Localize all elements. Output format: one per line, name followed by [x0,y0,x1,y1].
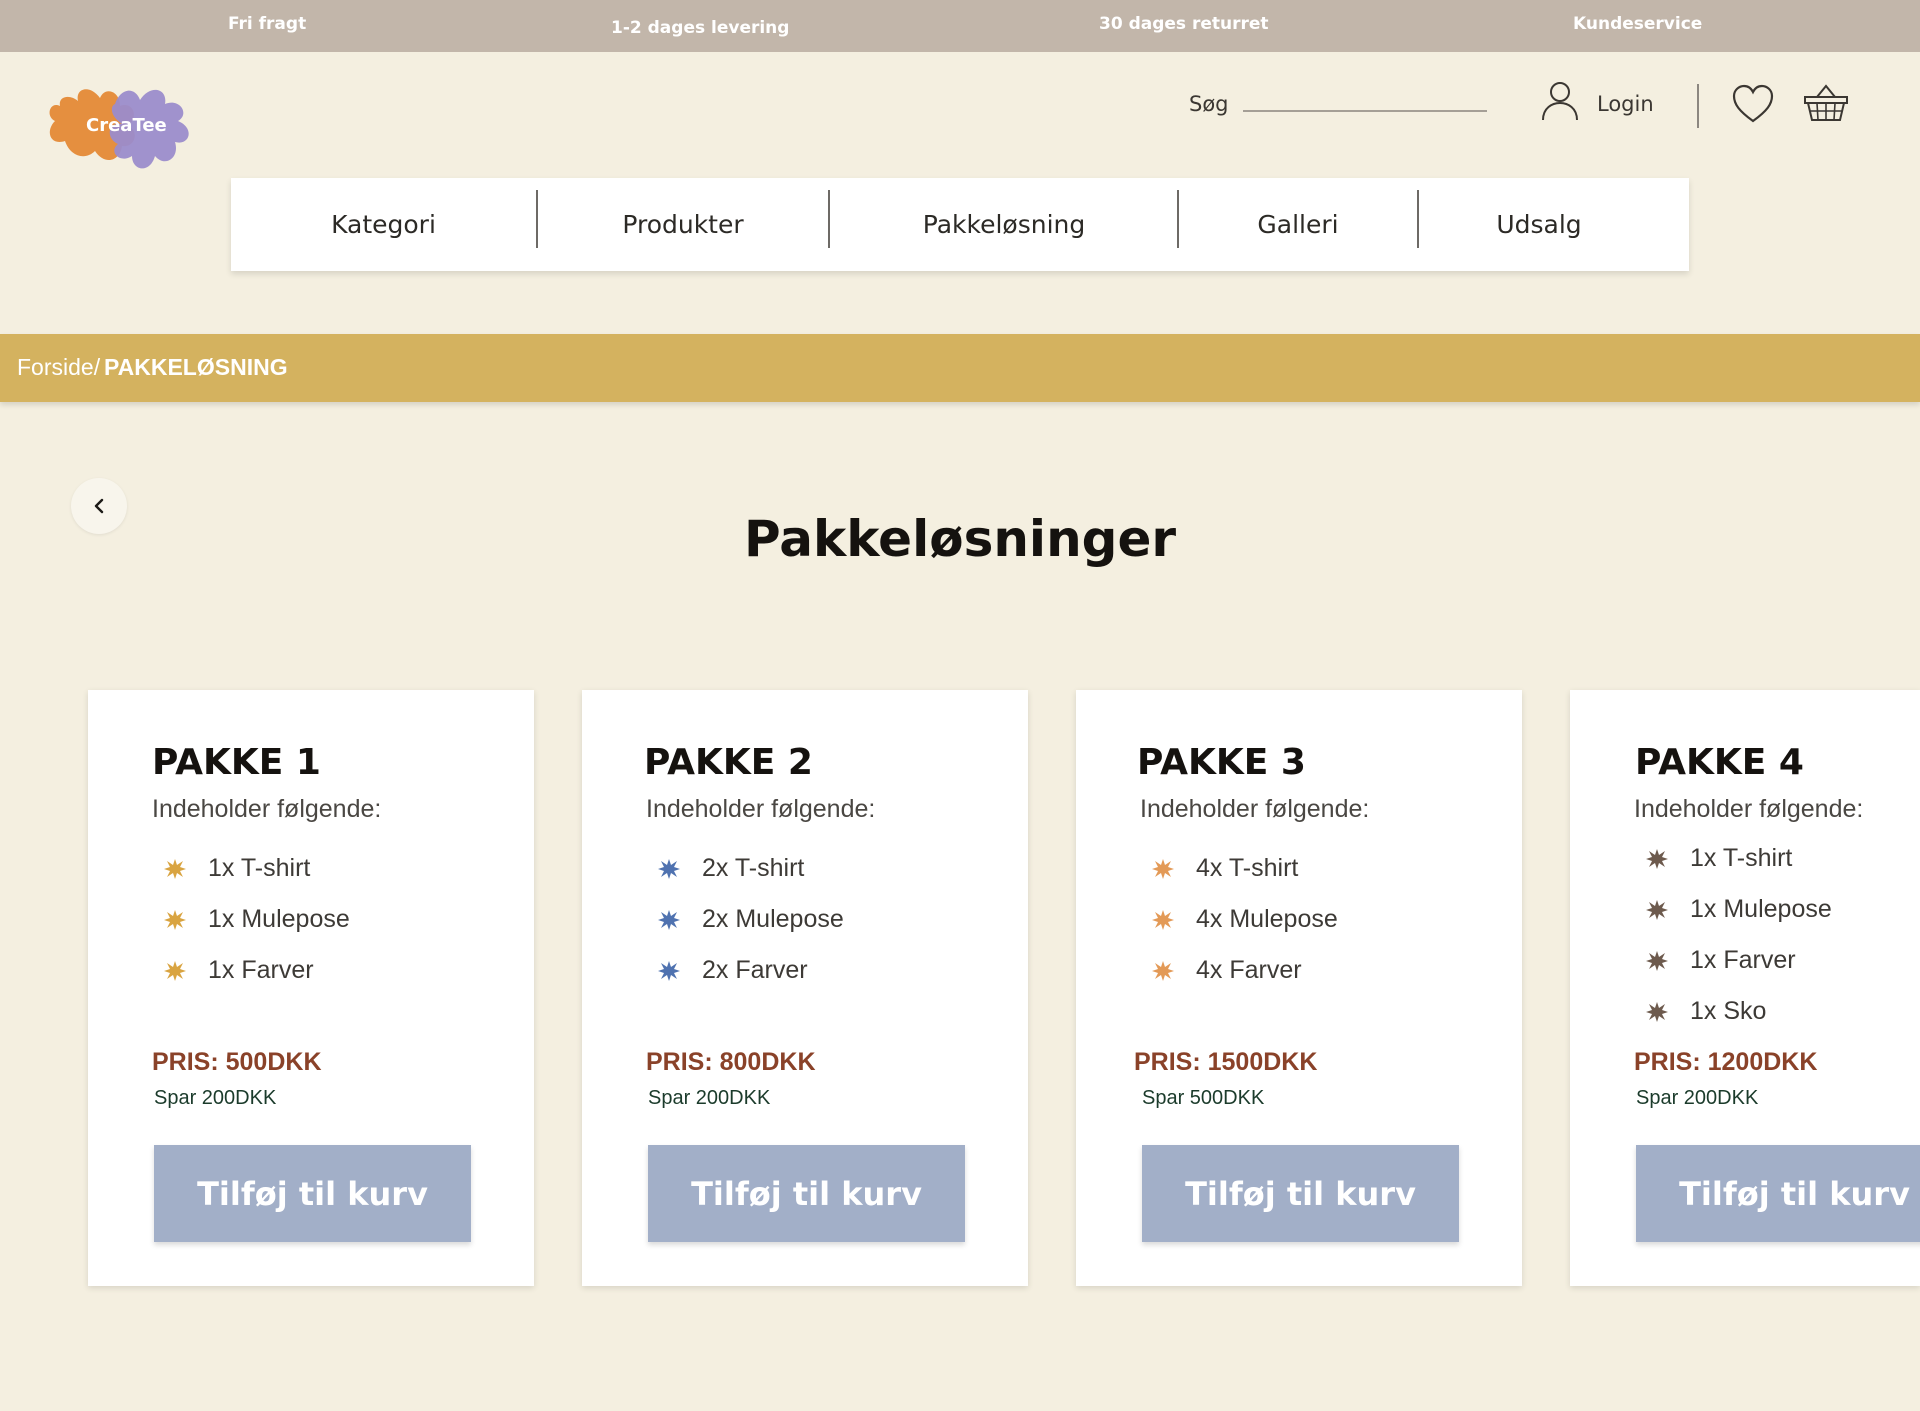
package-card: PAKKE 2 Indeholder følgende: 2x T-shirt … [582,690,1028,1286]
package-price: PRIS: 1500DKK [1134,1048,1318,1076]
splash-bullet-icon [1646,899,1668,920]
package-item-list: 1x T-shirt 1x Mulepose 1x Farver 1x Sko [1644,833,1832,1037]
package-item-list: 1x T-shirt 1x Mulepose 1x Farver [162,843,350,996]
package-subtitle: Indeholder følgende: [1634,795,1864,823]
nav-item-produkter[interactable]: Produkter [538,178,828,271]
add-to-cart-button[interactable]: Tilføj til kurv [1636,1145,1920,1242]
list-item: 2x Mulepose [656,894,844,945]
logo-text: CreaTee [86,115,167,136]
list-item: 4x T-shirt [1150,843,1338,894]
header-divider [1697,84,1699,128]
package-price: PRIS: 1200DKK [1634,1048,1818,1076]
delivery-time-text: 1-2 dages levering [611,18,790,38]
list-item: 1x T-shirt [162,843,350,894]
splash-bullet-icon [164,960,186,981]
splash-bullet-icon [164,909,186,930]
breadcrumb-home-link[interactable]: Forside/ [17,354,100,381]
package-item-list: 4x T-shirt 4x Mulepose 4x Farver [1150,843,1338,996]
heart-icon[interactable] [1731,84,1775,124]
package-savings: Spar 200DKK [154,1087,277,1109]
list-item: 2x Farver [656,945,844,996]
main-navigation: Kategori Produkter Pakkeløsning Galleri … [231,178,1689,271]
splash-bullet-icon [1152,909,1174,930]
basket-icon[interactable] [1803,83,1849,123]
package-title: PAKKE 2 [644,742,813,783]
package-subtitle: Indeholder følgende: [646,795,876,823]
package-savings: Spar 500DKK [1142,1087,1265,1109]
package-savings: Spar 200DKK [648,1087,771,1109]
package-savings: Spar 200DKK [1636,1087,1759,1109]
package-title: PAKKE 1 [152,742,321,783]
add-to-cart-button[interactable]: Tilføj til kurv [154,1145,471,1242]
list-item: 4x Mulepose [1150,894,1338,945]
nav-item-udsalg[interactable]: Udsalg [1419,178,1659,271]
list-item: 4x Farver [1150,945,1338,996]
login-link[interactable]: Login [1597,92,1654,116]
search-input[interactable] [1243,88,1487,112]
list-item: 1x Sko [1644,986,1832,1037]
free-shipping-text: Fri fragt [228,14,307,34]
list-item: 1x Farver [162,945,350,996]
list-item: 1x Mulepose [1644,884,1832,935]
breadcrumb-current: PAKKELØSNING [104,354,288,380]
nav-item-galleri[interactable]: Galleri [1179,178,1417,271]
splash-bullet-icon [1152,858,1174,879]
list-item: 1x Mulepose [162,894,350,945]
add-to-cart-button[interactable]: Tilføj til kurv [648,1145,965,1242]
nav-item-pakkelosning[interactable]: Pakkeløsning [830,178,1178,271]
add-to-cart-button[interactable]: Tilføj til kurv [1142,1145,1459,1242]
package-title: PAKKE 4 [1635,742,1804,783]
splash-bullet-icon [658,909,680,930]
splash-bullet-icon [164,858,186,879]
package-subtitle: Indeholder følgende: [1140,795,1370,823]
package-subtitle: Indeholder følgende: [152,795,382,823]
customer-service-link[interactable]: Kundeservice [1573,14,1702,34]
package-price: PRIS: 800DKK [646,1048,816,1076]
list-item: 1x Farver [1644,935,1832,986]
user-icon[interactable] [1540,80,1580,122]
splash-bullet-icon [1152,960,1174,981]
package-card: PAKKE 4 Indeholder følgende: 1x T-shirt … [1570,690,1920,1286]
package-title: PAKKE 3 [1137,742,1306,783]
package-card: PAKKE 3 Indeholder følgende: 4x T-shirt … [1076,690,1522,1286]
return-policy-text: 30 dages returret [1099,14,1269,34]
package-price: PRIS: 500DKK [152,1048,322,1076]
splash-bullet-icon [1646,950,1668,971]
package-item-list: 2x T-shirt 2x Mulepose 2x Farver [656,843,844,996]
splash-bullet-icon [658,858,680,879]
list-item: 1x T-shirt [1644,833,1832,884]
search-label: Søg [1189,92,1229,116]
breadcrumb: Forside/ PAKKELØSNING [0,334,1920,402]
nav-item-kategori[interactable]: Kategori [231,178,536,271]
package-card: PAKKE 1 Indeholder følgende: 1x T-shirt … [88,690,534,1286]
top-info-bar: Fri fragt 1-2 dages levering 30 dages re… [0,0,1920,52]
page-title: Pakkeløsninger [743,510,1177,568]
list-item: 2x T-shirt [656,843,844,894]
splash-bullet-icon [1646,1001,1668,1022]
splash-bullet-icon [1646,848,1668,869]
splash-bullet-icon [658,960,680,981]
